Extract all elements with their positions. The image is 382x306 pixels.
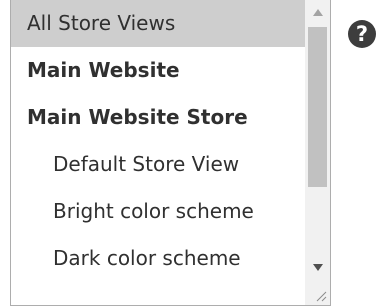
vertical-scrollbar[interactable] bbox=[305, 0, 330, 305]
resize-grip-icon[interactable] bbox=[305, 279, 330, 305]
store-view-multiselect[interactable]: All Store Views Main Website Main Websit… bbox=[10, 0, 331, 306]
option-main-website[interactable]: Main Website bbox=[11, 47, 306, 94]
option-all-store-views[interactable]: All Store Views bbox=[11, 0, 306, 47]
option-main-website-store[interactable]: Main Website Store bbox=[11, 94, 306, 141]
question-mark-help-icon[interactable]: ? bbox=[348, 20, 376, 48]
store-view-field: All Store Views Main Website Main Websit… bbox=[0, 0, 382, 306]
option-dark-color-scheme[interactable]: Dark color scheme bbox=[11, 235, 306, 285]
scrollbar-thumb[interactable] bbox=[308, 27, 327, 187]
scroll-down-arrow-icon[interactable] bbox=[305, 255, 330, 279]
option-bright-color-scheme[interactable]: Bright color scheme bbox=[11, 188, 306, 235]
option-default-store-view[interactable]: Default Store View bbox=[11, 141, 306, 188]
store-view-options: All Store Views Main Website Main Websit… bbox=[11, 0, 306, 285]
scroll-up-arrow-icon[interactable] bbox=[305, 0, 330, 24]
